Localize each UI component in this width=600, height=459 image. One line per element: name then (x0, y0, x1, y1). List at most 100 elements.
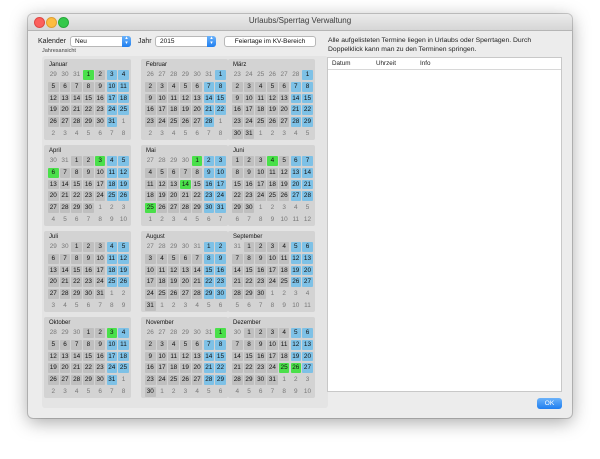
day-cell-outside[interactable]: 4 (302, 289, 313, 299)
day-cell-outside[interactable]: 31 (204, 70, 215, 80)
day-cell-outside[interactable]: 4 (291, 203, 302, 213)
day-cell-outside[interactable]: 6 (255, 387, 266, 397)
day-cell-outside[interactable]: 5 (180, 129, 191, 139)
day-cell[interactable]: 10 (156, 351, 168, 362)
day-cell[interactable]: 20 (180, 277, 191, 288)
day-cell[interactable]: 5 (180, 339, 191, 350)
day-cell-weekend[interactable]: 8 (203, 253, 215, 264)
day-cell-outside[interactable]: 5 (192, 215, 203, 225)
day-cell-weekend[interactable]: 15 (215, 93, 226, 104)
day-cell-outside[interactable]: 2 (145, 129, 156, 139)
day-cell[interactable]: 15 (243, 351, 255, 362)
day-cell[interactable]: 16 (255, 351, 266, 362)
day-cell-outside[interactable]: 3 (279, 203, 290, 213)
day-cell[interactable]: 12 (278, 167, 290, 178)
day-cell-outside[interactable]: 5 (302, 129, 313, 139)
day-cell-weekend[interactable]: 22 (215, 363, 226, 374)
day-cell[interactable]: 22 (243, 277, 255, 288)
day-cell-outside[interactable]: 7 (107, 387, 118, 397)
day-cell-outside[interactable]: 12 (302, 215, 313, 225)
day-cell-weekend[interactable]: 21 (203, 105, 215, 116)
day-cell-outside[interactable]: 1 (255, 203, 266, 213)
day-cell[interactable]: 6 (168, 167, 179, 178)
day-cell-weekend[interactable]: 30 (203, 203, 215, 214)
day-cell[interactable]: 23 (94, 363, 106, 374)
day-cell[interactable]: 9 (94, 81, 106, 92)
day-cell[interactable]: 30 (243, 203, 255, 214)
day-cell[interactable]: 4 (278, 328, 290, 338)
day-cell-outside[interactable]: 5 (232, 301, 243, 311)
day-cell[interactable]: 5 (48, 81, 59, 92)
day-cell-weekend[interactable]: 29 (203, 289, 215, 300)
day-cell-outside[interactable]: 2 (107, 203, 118, 213)
day-cell-weekend[interactable]: 19 (290, 351, 302, 362)
day-cell[interactable]: 3 (94, 242, 106, 252)
day-cell[interactable]: 18 (255, 105, 266, 116)
day-cell[interactable]: 13 (180, 265, 191, 276)
day-cell[interactable]: 6 (48, 253, 59, 264)
day-cell-outside[interactable]: 8 (215, 129, 226, 139)
day-cell-outside[interactable]: 27 (157, 328, 168, 338)
day-cell[interactable]: 11 (156, 265, 168, 276)
day-cell-outside[interactable]: 1 (118, 375, 129, 385)
day-cell[interactable]: 23 (83, 277, 94, 288)
day-cell-weekend[interactable]: 14 (203, 93, 215, 104)
day-cell-weekend[interactable]: 15 (215, 351, 226, 362)
day-cell[interactable]: 8 (83, 339, 94, 350)
day-cell[interactable]: 29 (243, 289, 255, 300)
day-cell[interactable]: 23 (145, 117, 156, 128)
day-cell-weekend[interactable]: 28 (302, 191, 313, 202)
day-cell[interactable]: 18 (145, 191, 156, 202)
day-cell-outside[interactable]: 10 (279, 215, 290, 225)
day-cell-outside[interactable]: 6 (204, 215, 215, 225)
day-cell[interactable]: 18 (267, 179, 278, 190)
day-cell[interactable]: 7 (59, 167, 71, 178)
day-cell-outside[interactable]: 6 (215, 387, 226, 397)
day-cell[interactable]: 7 (71, 339, 82, 350)
day-cell-outside[interactable]: 11 (291, 215, 302, 225)
day-cell-outside[interactable]: 3 (302, 375, 313, 385)
day-cell-weekend[interactable]: 24 (106, 105, 118, 116)
kalender-select[interactable]: Neu ▴ ▾ (70, 36, 131, 47)
day-cell[interactable]: 26 (48, 117, 59, 128)
day-cell-weekend[interactable]: 22 (302, 105, 313, 116)
day-cell[interactable]: 11 (168, 93, 179, 104)
day-cell[interactable]: 12 (267, 93, 278, 104)
day-cell-weekend[interactable]: 3 (215, 156, 226, 166)
day-cell[interactable]: 6 (278, 81, 290, 92)
day-cell-weekend[interactable]: 28 (290, 117, 302, 128)
day-cell[interactable]: 8 (71, 253, 82, 264)
column-header-datum[interactable]: Datum (332, 60, 351, 67)
day-cell-holiday[interactable]: 4 (267, 156, 278, 166)
day-cell-weekend[interactable]: 14 (203, 351, 215, 362)
day-cell[interactable]: 21 (191, 277, 203, 288)
day-cell[interactable]: 25 (278, 277, 290, 288)
day-cell-outside[interactable]: 8 (279, 387, 290, 397)
day-cell-weekend[interactable]: 24 (106, 363, 118, 374)
day-cell[interactable]: 19 (48, 363, 59, 374)
day-cell[interactable]: 31 (243, 129, 255, 139)
day-cell[interactable]: 27 (48, 289, 59, 300)
day-cell-outside[interactable]: 5 (60, 215, 71, 225)
day-cell-weekend[interactable]: 25 (118, 105, 129, 116)
day-cell-weekend[interactable]: 15 (203, 265, 215, 276)
day-cell[interactable]: 22 (191, 191, 203, 202)
day-cell[interactable]: 15 (83, 93, 94, 104)
day-cell[interactable]: 16 (145, 363, 156, 374)
day-cell-holiday[interactable]: 1 (83, 70, 94, 80)
day-cell[interactable]: 14 (59, 179, 71, 190)
day-cell[interactable]: 2 (94, 328, 106, 338)
day-cell[interactable]: 19 (180, 105, 191, 116)
day-cell-outside[interactable]: 29 (168, 156, 179, 166)
day-cell[interactable]: 3 (156, 81, 168, 92)
day-cell[interactable]: 15 (191, 179, 203, 190)
day-cell[interactable]: 29 (232, 203, 243, 214)
day-cell[interactable]: 26 (180, 117, 191, 128)
day-cell-outside[interactable]: 1 (107, 289, 118, 299)
day-cell[interactable]: 24 (156, 375, 168, 386)
day-cell[interactable]: 18 (156, 277, 168, 288)
day-cell[interactable]: 6 (191, 81, 203, 92)
day-cell-outside[interactable]: 26 (267, 70, 278, 80)
day-cell-outside[interactable]: 7 (255, 301, 266, 311)
day-cell[interactable]: 24 (94, 277, 106, 288)
